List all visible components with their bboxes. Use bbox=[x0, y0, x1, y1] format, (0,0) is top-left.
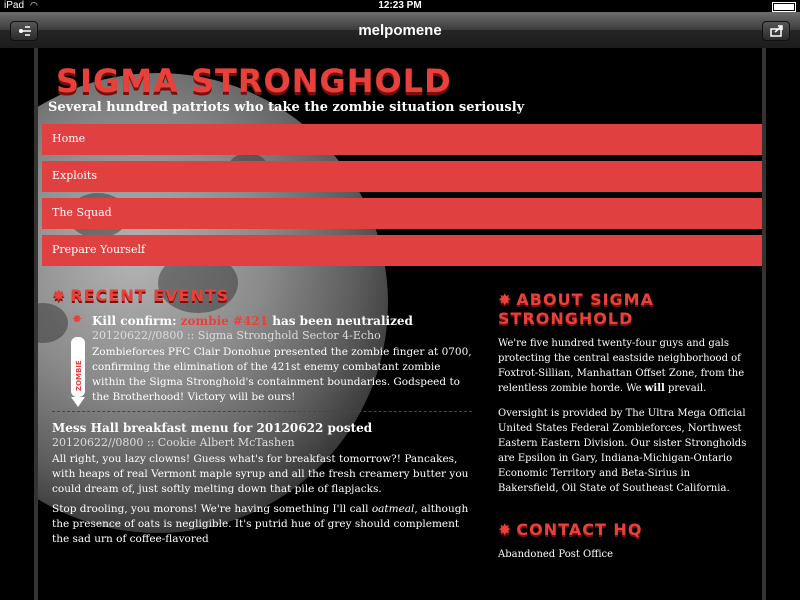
post-title[interactable]: Kill confirm: zombie #421 has been neutr… bbox=[92, 313, 472, 329]
splat-icon: ✸ bbox=[498, 520, 513, 539]
post-body-2: Stop drooling, you morons! We're having … bbox=[52, 503, 469, 545]
site-tagline: Several hundred patriots who take the zo… bbox=[48, 100, 525, 115]
sidebar: ✸ ABOUT SIGMA STRONGHOLD We're five hundr… bbox=[498, 290, 748, 572]
web-page: SIGMA STRONGHOLD Several hundred patriot… bbox=[34, 48, 766, 600]
post-mess-hall: Mess Hall breakfast menu for 20120622 po… bbox=[52, 420, 472, 547]
share-button[interactable] bbox=[762, 21, 790, 41]
nav-item-prepare-yourself[interactable]: Prepare Yourself bbox=[42, 235, 762, 266]
status-clock: 12:23 PM bbox=[378, 0, 422, 11]
about-paragraph-2: Oversight is provided by The Ultra Mega … bbox=[498, 408, 747, 494]
main-nav: Home Exploits The Squad Prepare Yourself bbox=[42, 124, 762, 272]
contact-address: Abandoned Post Office bbox=[498, 549, 614, 560]
post-title[interactable]: Mess Hall breakfast menu for 20120622 po… bbox=[52, 420, 472, 436]
zombie-tag-label: ZOMBIE bbox=[75, 360, 83, 391]
recent-events-section: ✸ RECENT EVENTS ✸ ZOMBIE Kill confirm: zo… bbox=[52, 286, 472, 552]
nav-item-the-squad[interactable]: The Squad bbox=[42, 198, 762, 229]
status-bar: iPad ◠ 12:23 PM bbox=[0, 0, 800, 12]
recent-events-heading: ✸ RECENT EVENTS bbox=[52, 286, 230, 305]
post-body: Zombieforces PFC Clair Donohue presented… bbox=[92, 346, 472, 403]
browser-toolbar: melpomene bbox=[0, 12, 800, 49]
post-meta: 20120622//0800 :: Cookie Albert McTashen bbox=[52, 436, 295, 449]
splat-icon: ✸ bbox=[498, 290, 513, 309]
svg-text:✸: ✸ bbox=[72, 313, 82, 326]
post-body: All right, you lazy clowns! Guess what's… bbox=[52, 453, 469, 495]
page-title: melpomene bbox=[358, 22, 442, 39]
splat-icon: ✸ bbox=[52, 286, 67, 305]
zombie-tag-icon: ✸ ZOMBIE bbox=[71, 313, 85, 407]
about-paragraph-1: We're five hundred twenty-four guys and … bbox=[498, 338, 745, 394]
share-icon bbox=[770, 25, 783, 37]
nav-item-exploits[interactable]: Exploits bbox=[42, 161, 762, 192]
nav-item-home[interactable]: Home bbox=[42, 124, 762, 155]
site-title[interactable]: SIGMA STRONGHOLD bbox=[56, 62, 452, 100]
contact-heading: ✸ CONTACT HQ bbox=[498, 520, 643, 539]
about-heading: ✸ ABOUT SIGMA STRONGHOLD bbox=[498, 290, 654, 328]
post-meta: 20120622//0800 :: Sigma Stronghold Secto… bbox=[92, 329, 381, 342]
post-divider bbox=[52, 411, 472, 412]
post-kill-confirm: ✸ ZOMBIE Kill confirm: zombie #421 has b… bbox=[52, 313, 472, 407]
battery-icon bbox=[772, 2, 796, 12]
